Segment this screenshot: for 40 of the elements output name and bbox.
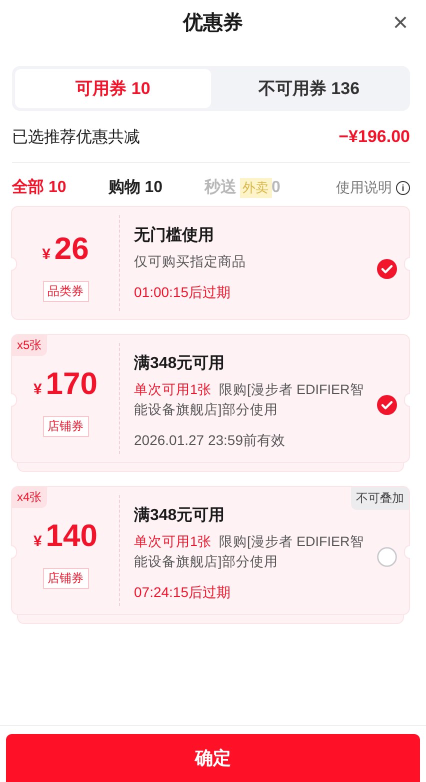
filter-tab[interactable]: 全部 10 bbox=[12, 177, 66, 198]
checked-radio-icon[interactable] bbox=[377, 259, 397, 279]
coupon-amount: ¥170 bbox=[33, 366, 98, 402]
summary-label: 已选推荐优惠共减 bbox=[12, 128, 140, 148]
coupon-expiry: 2026.01.27 23:59前有效 bbox=[134, 432, 286, 450]
ticket-notch bbox=[404, 257, 410, 271]
coupon-card[interactable]: x5张 ¥170 店铺券 满348元可用 单次可用1张 限购[漫步者 EDIFIER智能设备旗舰店]部分使用 2026.01.27 23:59前有效 bbox=[11, 334, 410, 463]
unchecked-radio-icon[interactable] bbox=[377, 546, 397, 566]
checked-radio-icon[interactable] bbox=[377, 394, 397, 414]
coupon-card[interactable]: x4张 不可叠加 ¥140 店铺券 满348元可用 单次可用1张 限购[漫步者 EDIFIER智能设备旗舰店]部分使用 07:24:15后过期 bbox=[11, 486, 410, 615]
coupon-type-badge: 店铺券 bbox=[42, 416, 88, 437]
coupon-tab[interactable]: 不可用券 136 bbox=[211, 69, 407, 108]
coupon-expiry: 01:00:15后过期 bbox=[134, 284, 232, 302]
stacking-tag: 不可叠加 bbox=[351, 487, 409, 510]
ticket-notch bbox=[404, 544, 410, 558]
quantity-badge: x5张 bbox=[12, 335, 47, 356]
confirm-button[interactable]: 确定 bbox=[6, 734, 420, 782]
coupon-condition: 满348元可用 bbox=[134, 354, 226, 374]
coupon-condition: 满348元可用 bbox=[134, 506, 226, 526]
close-button[interactable]: × bbox=[388, 8, 412, 36]
filter-tab[interactable]: 购物 10 bbox=[108, 177, 162, 198]
coupon-condition: 无门槛使用 bbox=[134, 225, 215, 246]
coupon-tab[interactable]: 可用券 10 bbox=[15, 69, 211, 108]
ticket-notch bbox=[404, 392, 410, 406]
coupon-description: 仅可购买指定商品 bbox=[134, 253, 247, 271]
coupon-type-badge: 品类券 bbox=[42, 280, 88, 302]
usage-guide-link[interactable]: 使用说明 i bbox=[336, 178, 410, 196]
coupon-type-badge: 店铺券 bbox=[42, 568, 88, 589]
ticket-notch bbox=[11, 544, 17, 558]
ticket-notch bbox=[11, 392, 17, 406]
coupon-description: 单次可用1张 限购[漫步者 EDIFIER智能设备旗舰店]部分使用 bbox=[134, 381, 365, 419]
quantity-badge: x4张 bbox=[12, 487, 47, 508]
coupon-description: 单次可用1张 限购[漫步者 EDIFIER智能设备旗舰店]部分使用 bbox=[134, 533, 365, 571]
coupon-amount: ¥26 bbox=[42, 230, 89, 266]
summary-amount: −¥196.00 bbox=[338, 127, 410, 148]
coupon-expiry: 07:24:15后过期 bbox=[134, 584, 232, 602]
coupon-card[interactable]: ¥26 品类券 无门槛使用 仅可购买指定商品 01:00:15后过期 bbox=[11, 206, 410, 320]
ticket-notch bbox=[11, 257, 17, 271]
sheet-title: 优惠券 bbox=[183, 10, 243, 36]
coupon-amount: ¥140 bbox=[33, 518, 98, 554]
